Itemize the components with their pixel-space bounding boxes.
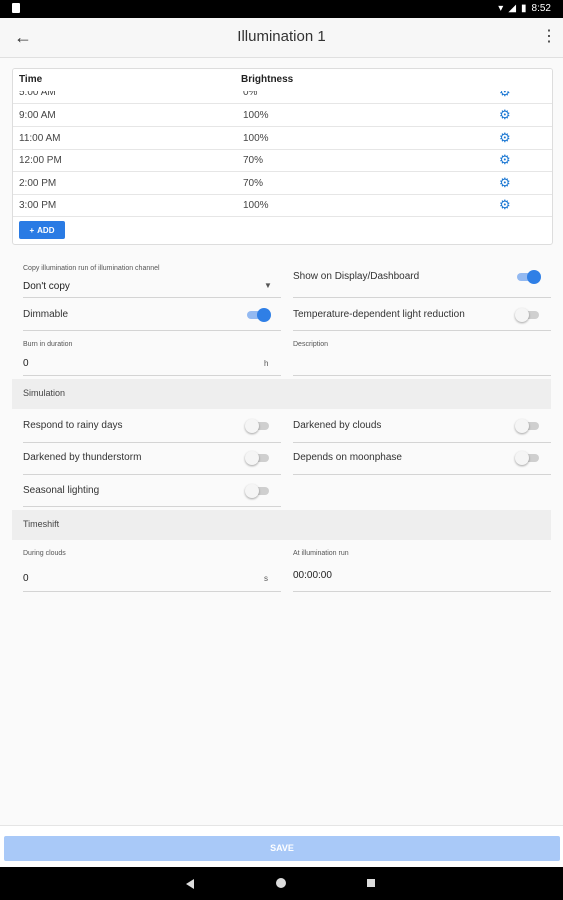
gear-icon[interactable]: ⚙ bbox=[499, 175, 511, 191]
app-bar: ← Illumination 1 ⋮ bbox=[0, 18, 563, 58]
add-button[interactable]: + ADD bbox=[19, 221, 65, 239]
copy-run-label: Copy illumination run of illumination ch… bbox=[23, 265, 160, 272]
moonphase-toggle[interactable] bbox=[515, 451, 541, 465]
moonphase-label: Depends on moonphase bbox=[293, 452, 402, 463]
clock: 8:52 bbox=[531, 3, 551, 14]
temp-reduction-label: Temperature-dependent light reduction bbox=[293, 309, 465, 320]
clouds-toggle[interactable] bbox=[515, 419, 541, 433]
simulation-section-header: Simulation bbox=[12, 379, 551, 409]
battery-icon: ▮ bbox=[521, 3, 527, 14]
burn-in-unit: h bbox=[264, 359, 269, 368]
wifi-icon: ▾ bbox=[498, 3, 504, 14]
nav-home-icon[interactable] bbox=[276, 878, 286, 888]
save-button[interactable]: SAVE bbox=[4, 836, 560, 861]
dimmable-toggle[interactable] bbox=[245, 308, 271, 322]
nav-back-icon[interactable] bbox=[186, 879, 194, 889]
timeshift-section-header: Timeshift bbox=[12, 510, 551, 540]
more-vert-icon[interactable]: ⋮ bbox=[541, 26, 557, 48]
nav-recents-icon[interactable] bbox=[367, 879, 375, 887]
plus-icon: + bbox=[29, 225, 35, 235]
description-label: Description bbox=[293, 341, 329, 348]
column-header-time: Time bbox=[19, 74, 43, 85]
table-row[interactable]: 2:00 PM 70% ⚙ bbox=[13, 172, 552, 195]
during-clouds-unit: s bbox=[264, 574, 268, 583]
table-row[interactable]: 3:00 PM 100% ⚙ bbox=[13, 194, 552, 217]
signal-icon: ◢ bbox=[508, 3, 517, 14]
burn-in-input[interactable]: 0 bbox=[23, 358, 29, 369]
during-clouds-input[interactable]: 0 bbox=[23, 573, 29, 584]
show-display-label: Show on Display/Dashboard bbox=[293, 271, 420, 282]
burn-in-label: Burn in duration bbox=[23, 341, 73, 348]
temp-reduction-toggle[interactable] bbox=[515, 308, 541, 322]
illumination-run-label: At illumination run bbox=[293, 550, 349, 557]
rainy-days-toggle[interactable] bbox=[245, 419, 271, 433]
table-row[interactable]: 12:00 PM 70% ⚙ bbox=[13, 149, 552, 172]
rainy-days-label: Respond to rainy days bbox=[23, 420, 123, 431]
illumination-run-input[interactable]: 00:00:00 bbox=[293, 570, 332, 581]
gear-icon[interactable]: ⚙ bbox=[499, 152, 511, 168]
gear-icon[interactable]: ⚙ bbox=[499, 197, 511, 213]
during-clouds-label: During clouds bbox=[23, 550, 66, 557]
thunderstorm-toggle[interactable] bbox=[245, 451, 271, 465]
page-title: Illumination 1 bbox=[237, 28, 326, 45]
table-rows[interactable]: 5:00 AM 0% ⚙ 9:00 AM 100% ⚙ 11:00 AM 100… bbox=[13, 69, 552, 217]
gear-icon[interactable]: ⚙ bbox=[499, 130, 511, 146]
system-nav-bar bbox=[0, 867, 563, 900]
dimmable-label: Dimmable bbox=[23, 309, 69, 320]
copy-run-select[interactable]: Don't copy bbox=[23, 281, 70, 292]
table-row[interactable]: 11:00 AM 100% ⚙ bbox=[13, 127, 552, 150]
notification-icon bbox=[12, 3, 20, 13]
clouds-label: Darkened by clouds bbox=[293, 420, 382, 431]
seasonal-toggle[interactable] bbox=[245, 484, 271, 498]
table-row[interactable]: 9:00 AM 100% ⚙ bbox=[13, 104, 552, 127]
dropdown-arrow-icon[interactable]: ▼ bbox=[264, 281, 272, 290]
status-bar: ▾ ◢ ▮ 8:52 bbox=[0, 0, 563, 18]
thunderstorm-label: Darkened by thunderstorm bbox=[23, 452, 142, 463]
gear-icon[interactable]: ⚙ bbox=[499, 107, 511, 123]
table-header: Time Brightness bbox=[13, 69, 552, 91]
seasonal-label: Seasonal lighting bbox=[23, 485, 100, 496]
show-display-toggle[interactable] bbox=[515, 270, 541, 284]
illumination-table: 5:00 AM 0% ⚙ 9:00 AM 100% ⚙ 11:00 AM 100… bbox=[12, 68, 553, 245]
save-bar: SAVE bbox=[0, 825, 563, 868]
column-header-brightness: Brightness bbox=[241, 74, 294, 85]
